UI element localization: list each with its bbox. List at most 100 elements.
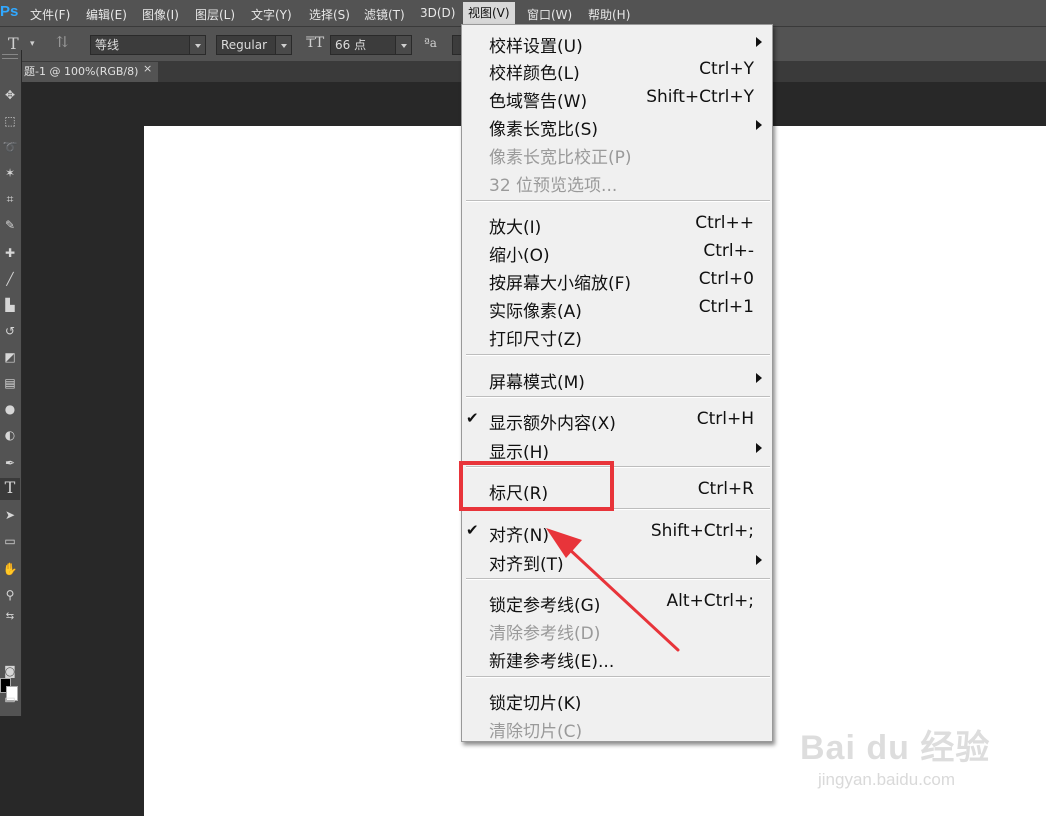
lasso-tool-icon[interactable]: ➰	[0, 136, 20, 158]
font-size-value: 66 点	[335, 38, 367, 52]
menu-item-new-guide[interactable]: 新建参考线(E)...	[462, 644, 772, 672]
hand-tool-icon[interactable]: ✋	[0, 558, 20, 580]
history-brush-tool-icon[interactable]: ↺	[0, 320, 20, 342]
menu-item-proof-colors[interactable]: 校样颜色(L) Ctrl+Y	[462, 56, 772, 84]
menu-item-proof-setup[interactable]: 校样设置(U)	[462, 29, 772, 57]
menu-window[interactable]: 窗口(W)	[527, 6, 572, 23]
quick-mask-icon[interactable]: ◙	[0, 660, 20, 682]
menu-item-label: 锁定参考线(G)	[489, 596, 601, 616]
font-size-select[interactable]: 66 点	[330, 35, 412, 55]
menu-item-zoom-in[interactable]: 放大(I) Ctrl++	[462, 210, 772, 238]
path-selection-tool-icon[interactable]: ➤	[0, 504, 20, 526]
menu-view[interactable]: 视图(V)	[463, 2, 515, 25]
submenu-arrow-icon	[756, 37, 762, 47]
menu-item-screen-mode[interactable]: 屏幕模式(M)	[462, 365, 772, 393]
menu-item-label: 像素长宽比(S)	[489, 120, 599, 140]
close-icon[interactable]: ×	[143, 62, 152, 75]
checkmark-icon: ✔	[466, 409, 479, 427]
menu-item-snap-to[interactable]: 对齐到(T)	[462, 547, 772, 575]
menu-item-gamut-warning[interactable]: 色域警告(W) Shift+Ctrl+Y	[462, 84, 772, 112]
menu-item-clear-guides: 清除参考线(D)	[462, 616, 772, 644]
menu-file[interactable]: 文件(F)	[30, 6, 70, 23]
eraser-tool-icon[interactable]: ◩	[0, 346, 20, 368]
menu-item-shortcut: Ctrl++	[695, 213, 754, 233]
photoshop-logo: Ps	[0, 3, 19, 20]
menu-item-lock-guides[interactable]: 锁定参考线(G) Alt+Ctrl+;	[462, 588, 772, 616]
dodge-tool-icon[interactable]: ◐	[0, 424, 20, 446]
move-tool-icon[interactable]: ✥	[0, 84, 20, 106]
menu-item-lock-slices[interactable]: 锁定切片(K)	[462, 686, 772, 714]
antialias-icon: ªa	[424, 36, 437, 50]
document-tab[interactable]: 题-1 @ 100%(RGB/8) ×	[22, 62, 158, 82]
watermark-logo: Bai du 经验	[800, 729, 991, 767]
menu-image[interactable]: 图像(I)	[142, 6, 179, 23]
crop-tool-icon[interactable]: ⌗	[0, 188, 20, 210]
menu-item-label: 打印尺寸(Z)	[489, 330, 582, 350]
menu-item-extras[interactable]: ✔ 显示额外内容(X) Ctrl+H	[462, 406, 772, 434]
orientation-toggle-icon[interactable]: ⇅	[56, 33, 69, 51]
clone-stamp-tool-icon[interactable]: ▙	[0, 294, 20, 316]
submenu-arrow-icon	[756, 443, 762, 453]
menu-item-label: 新建参考线(E)...	[489, 652, 615, 672]
menu-item-label: 按屏幕大小缩放(F)	[489, 274, 632, 294]
submenu-arrow-icon	[756, 555, 762, 565]
menu-item-snap[interactable]: ✔ 对齐(N) Shift+Ctrl+;	[462, 518, 772, 546]
pen-tool-icon[interactable]: ✒	[0, 452, 20, 474]
zoom-tool-icon[interactable]: ⚲	[0, 584, 20, 606]
menu-layer[interactable]: 图层(L)	[195, 6, 235, 23]
menu-item-fit-on-screen[interactable]: 按屏幕大小缩放(F) Ctrl+0	[462, 266, 772, 294]
gradient-tool-icon[interactable]: ▤	[0, 372, 20, 394]
menu-item-shortcut: Ctrl+-	[703, 241, 754, 261]
menu-separator	[466, 676, 770, 678]
swap-colors-icon[interactable]: ⇆	[0, 606, 20, 628]
highlight-box	[459, 461, 614, 511]
watermark-url: jingyan.baidu.com	[818, 770, 956, 789]
menu-filter[interactable]: 滤镜(T)	[364, 6, 405, 23]
brush-tool-icon[interactable]: ╱	[0, 268, 20, 290]
menu-type[interactable]: 文字(Y)	[251, 6, 292, 23]
blur-tool-icon[interactable]: ●	[0, 398, 20, 420]
menu-item-shortcut: Ctrl+1	[698, 297, 754, 317]
healing-brush-tool-icon[interactable]: ✚	[0, 242, 20, 264]
submenu-arrow-icon	[756, 120, 762, 130]
menu-item-label: 放大(I)	[489, 218, 542, 238]
font-family-select[interactable]: 等线	[90, 35, 206, 55]
menu-item-actual-pixels[interactable]: 实际像素(A) Ctrl+1	[462, 294, 772, 322]
preset-dropdown-icon[interactable]: ▾	[30, 39, 35, 49]
document-tab-title: 题-1 @ 100%(RGB/8)	[24, 65, 139, 78]
menu-item-show[interactable]: 显示(H)	[462, 435, 772, 463]
menu-item-label: 锁定切片(K)	[489, 694, 582, 714]
font-style-select[interactable]: Regular	[216, 35, 292, 55]
menu-edit[interactable]: 编辑(E)	[86, 6, 127, 23]
menu-help[interactable]: 帮助(H)	[588, 6, 630, 23]
type-tool-icon[interactable]: T	[0, 478, 20, 500]
menu-item-shortcut: Shift+Ctrl+;	[650, 521, 754, 541]
menu-item-shortcut: Shift+Ctrl+Y	[646, 87, 754, 107]
menu-item-32bit-preview: 32 位预览选项...	[462, 168, 772, 196]
menu-item-label: 清除切片(C)	[489, 722, 583, 742]
menu-separator	[466, 200, 770, 202]
eyedropper-tool-icon[interactable]: ✎	[0, 214, 20, 236]
menu-item-label: 像素长宽比校正(P)	[489, 148, 632, 168]
marquee-tool-icon[interactable]: ⬚	[0, 110, 20, 132]
menu-item-label: 缩小(O)	[489, 246, 550, 266]
menu-item-shortcut: Ctrl+R	[697, 479, 754, 499]
chevron-down-icon	[189, 36, 205, 54]
screen-mode-icon[interactable]: ▭	[0, 688, 20, 710]
font-size-icon: ₸T	[306, 35, 325, 51]
menu-3d[interactable]: 3D(D)	[420, 6, 455, 20]
menu-item-label: 显示(H)	[489, 443, 550, 463]
magic-wand-tool-icon[interactable]: ✶	[0, 162, 20, 184]
menu-item-zoom-out[interactable]: 缩小(O) Ctrl+-	[462, 238, 772, 266]
menu-bar: Ps 文件(F) 编辑(E) 图像(I) 图层(L) 文字(Y) 选择(S) 滤…	[0, 0, 1046, 27]
menu-item-label: 对齐到(T)	[489, 555, 564, 575]
menu-item-print-size[interactable]: 打印尺寸(Z)	[462, 322, 772, 350]
chevron-down-icon	[275, 36, 291, 54]
menu-item-label: 32 位预览选项...	[489, 176, 618, 196]
menu-separator	[466, 578, 770, 580]
toolbox-grip-icon[interactable]	[2, 54, 18, 59]
menu-select[interactable]: 选择(S)	[309, 6, 350, 23]
rectangle-tool-icon[interactable]: ▭	[0, 530, 20, 552]
font-family-value: 等线	[95, 38, 120, 52]
menu-item-pixel-aspect-ratio[interactable]: 像素长宽比(S)	[462, 112, 772, 140]
